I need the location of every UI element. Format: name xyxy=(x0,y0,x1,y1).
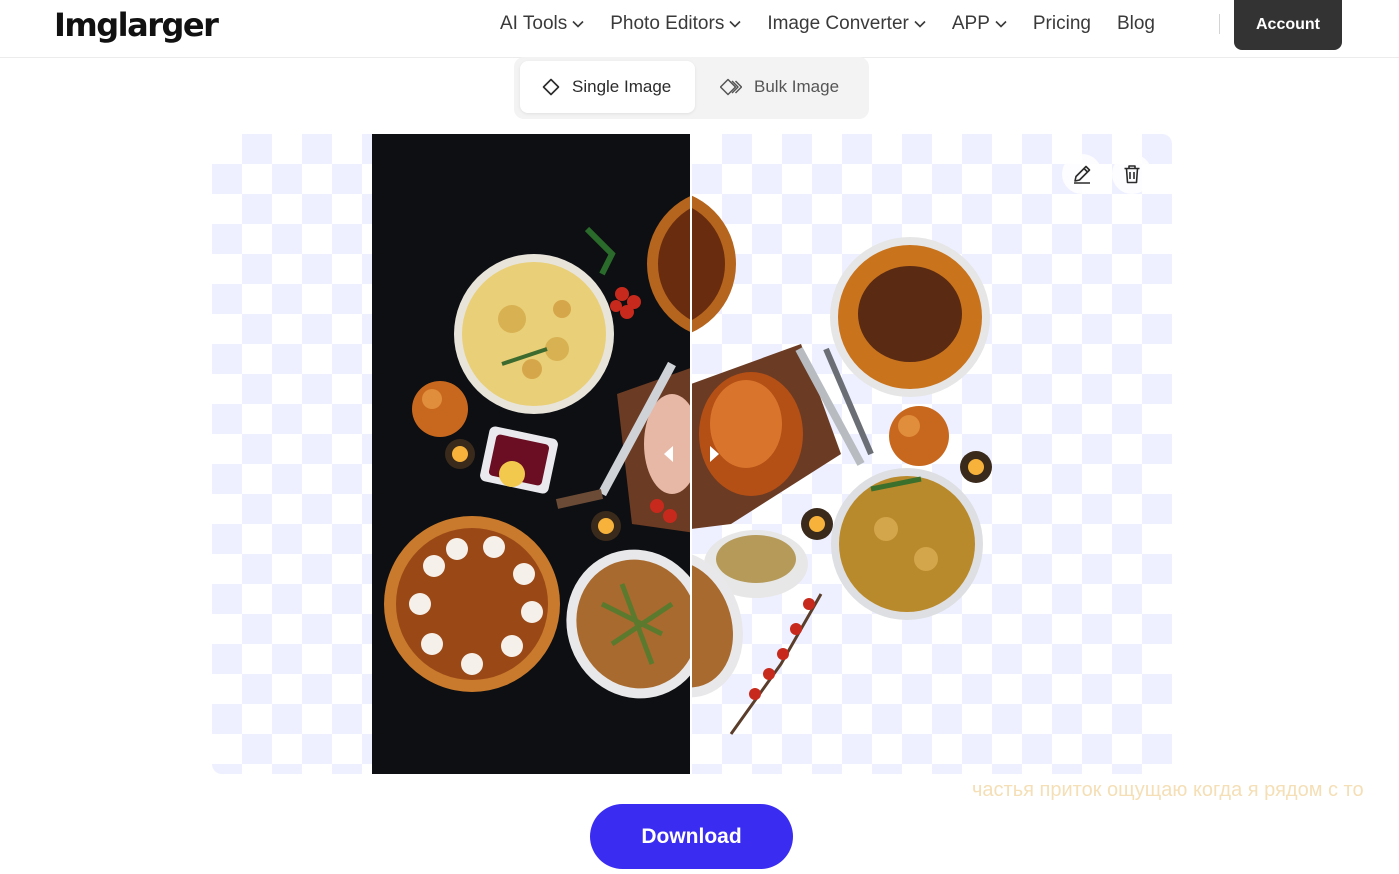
delete-button[interactable] xyxy=(1112,154,1152,194)
nav-divider xyxy=(1219,14,1220,34)
nav-label: Blog xyxy=(1116,13,1155,34)
nav-pricing[interactable]: Pricing xyxy=(1033,13,1091,35)
nav-app[interactable]: APP xyxy=(952,13,1007,35)
pencil-icon xyxy=(1074,165,1091,184)
nav-ai-tools[interactable]: AI Tools xyxy=(500,13,584,35)
mode-tabs: Single Image Bulk Image xyxy=(514,57,869,119)
tab-label: Bulk Image xyxy=(754,77,840,96)
overlay-text: частья приток ощущаю когда я рядом с то xyxy=(972,779,1364,801)
nav-label: Image Converter xyxy=(767,13,909,34)
nav-photo-editors[interactable]: Photo Editors xyxy=(610,13,741,35)
diamond-icon xyxy=(542,78,560,96)
nav-label: AI Tools xyxy=(500,13,568,34)
chevron-down-icon xyxy=(914,20,926,28)
compare-handle-left[interactable] xyxy=(664,446,673,462)
original-image xyxy=(372,134,691,774)
compare-divider[interactable] xyxy=(690,134,692,774)
stacked-diamonds-icon xyxy=(720,78,742,96)
header: Imglarger AI Tools Photo Editors Image C… xyxy=(0,0,1399,58)
chevron-down-icon xyxy=(995,20,1007,28)
download-button[interactable]: Download xyxy=(590,804,793,869)
trash-icon xyxy=(1124,165,1140,184)
nav-label: Pricing xyxy=(1032,13,1091,34)
nav-label: APP xyxy=(951,13,990,34)
account-button[interactable]: Account xyxy=(1234,0,1342,50)
logo[interactable]: Imglarger xyxy=(54,6,219,44)
image-preview xyxy=(212,134,1172,774)
cutout-photo xyxy=(691,195,992,735)
original-photo xyxy=(372,134,691,774)
edit-button[interactable] xyxy=(1062,154,1102,194)
nav-image-converter[interactable]: Image Converter xyxy=(767,13,926,35)
tab-bulk-image[interactable]: Bulk Image xyxy=(720,61,865,113)
result-image xyxy=(691,134,1011,774)
chevron-down-icon xyxy=(729,20,741,28)
tab-label: Single Image xyxy=(572,77,672,96)
main-nav: AI Tools Photo Editors Image Converter A… xyxy=(500,0,1181,48)
tab-single-image[interactable]: Single Image xyxy=(520,61,695,113)
nav-label: Photo Editors xyxy=(610,13,725,34)
nav-blog[interactable]: Blog xyxy=(1117,13,1155,35)
compare-handle-right[interactable] xyxy=(710,446,719,462)
chevron-down-icon xyxy=(572,20,584,28)
